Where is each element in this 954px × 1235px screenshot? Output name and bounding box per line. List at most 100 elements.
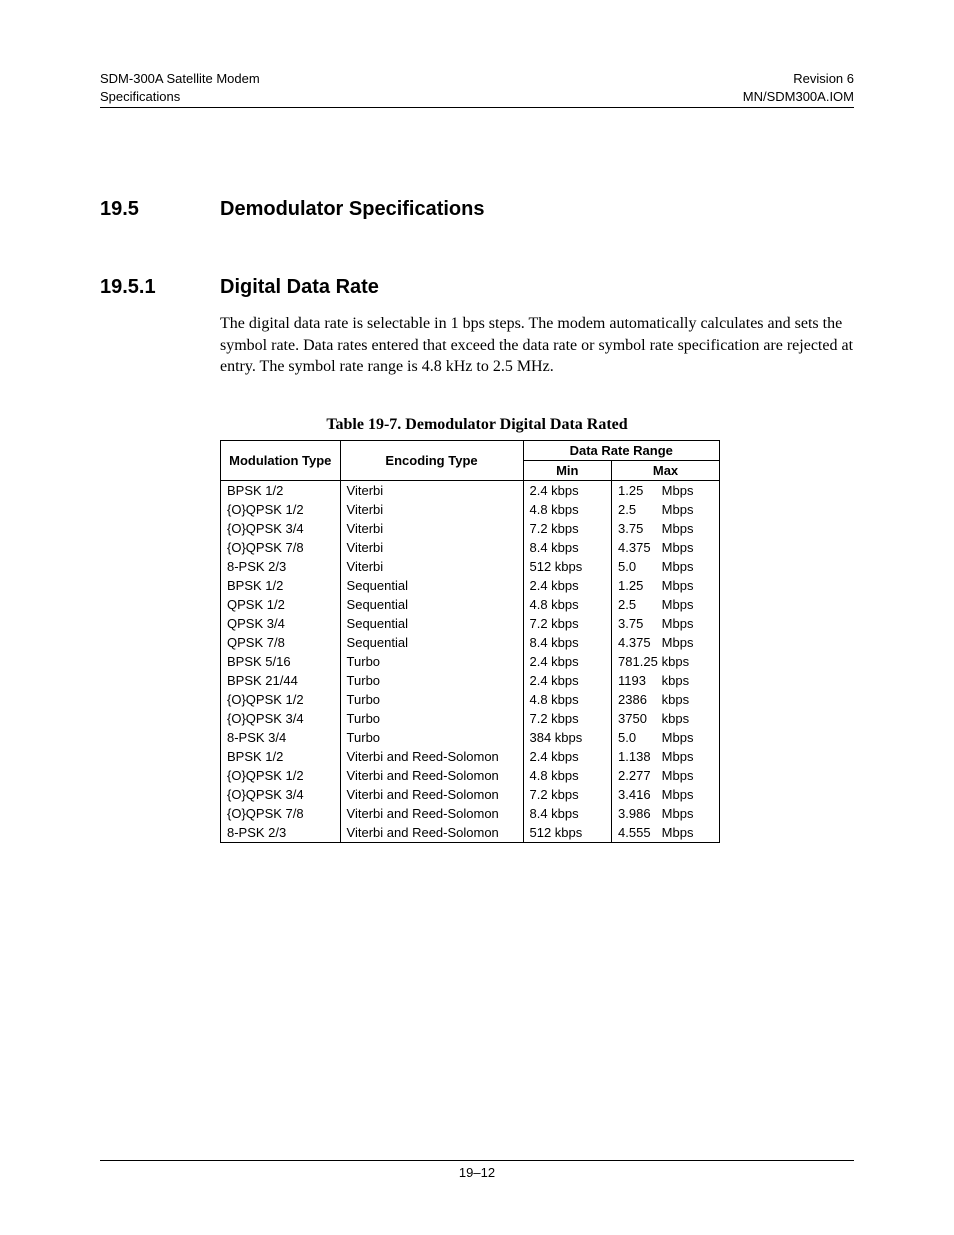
cell-encoding: Viterbi and Reed-Solomon: [340, 766, 523, 785]
cell-encoding: Viterbi and Reed-Solomon: [340, 747, 523, 766]
cell-min: 2.4 kbps: [523, 652, 612, 671]
cell-max: 3.986 Mbps: [612, 804, 720, 823]
cell-modulation: {O}QPSK 7/8: [221, 538, 341, 557]
cell-min: 7.2 kbps: [523, 614, 612, 633]
page-footer: 19–12: [100, 1160, 854, 1180]
cell-encoding: Turbo: [340, 690, 523, 709]
cell-max: 2.5 Mbps: [612, 500, 720, 519]
table-row: QPSK 3/4Sequential7.2 kbps3.75 Mbps: [221, 614, 720, 633]
cell-modulation: BPSK 21/44: [221, 671, 341, 690]
header-right: Revision 6 MN/SDM300A.IOM: [743, 70, 854, 105]
cell-modulation: BPSK 1/2: [221, 480, 341, 500]
subsection-paragraph: The digital data rate is selectable in 1…: [220, 313, 854, 378]
cell-min: 7.2 kbps: [523, 519, 612, 538]
table-row: BPSK 1/2Sequential2.4 kbps1.25 Mbps: [221, 576, 720, 595]
cell-min: 7.2 kbps: [523, 709, 612, 728]
table-row: {O}QPSK 3/4Turbo7.2 kbps3750 kbps: [221, 709, 720, 728]
cell-encoding: Viterbi and Reed-Solomon: [340, 804, 523, 823]
table-row: 8-PSK 2/3Viterbi512 kbps5.0 Mbps: [221, 557, 720, 576]
cell-modulation: BPSK 5/16: [221, 652, 341, 671]
cell-encoding: Turbo: [340, 728, 523, 747]
section-title: Demodulator Specifications: [220, 198, 854, 221]
th-encoding: Encoding Type: [340, 440, 523, 480]
th-max: Max: [612, 460, 720, 480]
cell-min: 512 kbps: [523, 557, 612, 576]
cell-max: 2.277 Mbps: [612, 766, 720, 785]
cell-modulation: {O}QPSK 3/4: [221, 709, 341, 728]
th-modulation: Modulation Type: [221, 440, 341, 480]
cell-modulation: {O}QPSK 1/2: [221, 690, 341, 709]
cell-encoding: Viterbi and Reed-Solomon: [340, 785, 523, 804]
table-row: {O}QPSK 3/4Viterbi and Reed-Solomon7.2 k…: [221, 785, 720, 804]
cell-min: 384 kbps: [523, 728, 612, 747]
cell-min: 8.4 kbps: [523, 633, 612, 652]
section-number: 19.5: [100, 198, 220, 221]
table-row: BPSK 1/2Viterbi2.4 kbps1.25 Mbps: [221, 480, 720, 500]
table-body: BPSK 1/2Viterbi2.4 kbps1.25 Mbps{O}QPSK …: [221, 480, 720, 842]
cell-min: 4.8 kbps: [523, 766, 612, 785]
cell-encoding: Turbo: [340, 652, 523, 671]
cell-modulation: {O}QPSK 3/4: [221, 785, 341, 804]
cell-modulation: BPSK 1/2: [221, 576, 341, 595]
cell-modulation: BPSK 1/2: [221, 747, 341, 766]
cell-min: 4.8 kbps: [523, 500, 612, 519]
subsection-heading: 19.5.1 Digital Data Rate: [100, 276, 854, 299]
cell-max: 3.75 Mbps: [612, 614, 720, 633]
cell-modulation: {O}QPSK 1/2: [221, 766, 341, 785]
cell-encoding: Viterbi: [340, 500, 523, 519]
cell-max: 2386 kbps: [612, 690, 720, 709]
header-left-line1: SDM-300A Satellite Modem: [100, 71, 260, 86]
table-row: BPSK 1/2Viterbi and Reed-Solomon2.4 kbps…: [221, 747, 720, 766]
cell-modulation: QPSK 1/2: [221, 595, 341, 614]
table-row: QPSK 1/2Sequential4.8 kbps2.5 Mbps: [221, 595, 720, 614]
cell-encoding: Viterbi and Reed-Solomon: [340, 823, 523, 843]
cell-min: 4.8 kbps: [523, 690, 612, 709]
cell-modulation: 8-PSK 3/4: [221, 728, 341, 747]
cell-encoding: Sequential: [340, 633, 523, 652]
table-row: {O}QPSK 1/2Turbo4.8 kbps2386 kbps: [221, 690, 720, 709]
cell-encoding: Sequential: [340, 614, 523, 633]
header-left-line2: Specifications: [100, 89, 180, 104]
table-row: {O}QPSK 1/2Viterbi4.8 kbps2.5 Mbps: [221, 500, 720, 519]
cell-min: 2.4 kbps: [523, 480, 612, 500]
header-right-line2: MN/SDM300A.IOM: [743, 89, 854, 104]
cell-min: 7.2 kbps: [523, 785, 612, 804]
table-row: BPSK 21/44Turbo2.4 kbps1193 kbps: [221, 671, 720, 690]
section-heading: 19.5 Demodulator Specifications: [100, 198, 854, 221]
cell-modulation: 8-PSK 2/3: [221, 557, 341, 576]
cell-min: 8.4 kbps: [523, 804, 612, 823]
cell-encoding: Sequential: [340, 595, 523, 614]
th-min: Min: [523, 460, 612, 480]
table-row: {O}QPSK 7/8Viterbi and Reed-Solomon8.4 k…: [221, 804, 720, 823]
cell-encoding: Turbo: [340, 709, 523, 728]
data-rate-table: Modulation Type Encoding Type Data Rate …: [220, 440, 720, 843]
cell-modulation: {O}QPSK 3/4: [221, 519, 341, 538]
cell-max: 4.375 Mbps: [612, 633, 720, 652]
cell-max: 5.0 Mbps: [612, 557, 720, 576]
page-number: 19–12: [459, 1165, 495, 1180]
table-row: BPSK 5/16Turbo2.4 kbps781.25 kbps: [221, 652, 720, 671]
table-row: {O}QPSK 7/8Viterbi8.4 kbps4.375 Mbps: [221, 538, 720, 557]
cell-max: 4.555 Mbps: [612, 823, 720, 843]
cell-modulation: QPSK 3/4: [221, 614, 341, 633]
header-left: SDM-300A Satellite Modem Specifications: [100, 70, 260, 105]
page: SDM-300A Satellite Modem Specifications …: [0, 0, 954, 1235]
cell-modulation: {O}QPSK 1/2: [221, 500, 341, 519]
cell-min: 4.8 kbps: [523, 595, 612, 614]
cell-max: 1193 kbps: [612, 671, 720, 690]
cell-max: 3750 kbps: [612, 709, 720, 728]
cell-encoding: Viterbi: [340, 538, 523, 557]
cell-modulation: 8-PSK 2/3: [221, 823, 341, 843]
cell-max: 781.25 kbps: [612, 652, 720, 671]
cell-max: 1.138 Mbps: [612, 747, 720, 766]
cell-min: 512 kbps: [523, 823, 612, 843]
cell-min: 2.4 kbps: [523, 576, 612, 595]
table-row: 8-PSK 3/4Turbo384 kbps5.0 Mbps: [221, 728, 720, 747]
table-row: {O}QPSK 3/4Viterbi7.2 kbps3.75 Mbps: [221, 519, 720, 538]
cell-max: 5.0 Mbps: [612, 728, 720, 747]
cell-min: 8.4 kbps: [523, 538, 612, 557]
cell-max: 3.416 Mbps: [612, 785, 720, 804]
cell-modulation: QPSK 7/8: [221, 633, 341, 652]
cell-max: 4.375 Mbps: [612, 538, 720, 557]
cell-max: 1.25 Mbps: [612, 576, 720, 595]
